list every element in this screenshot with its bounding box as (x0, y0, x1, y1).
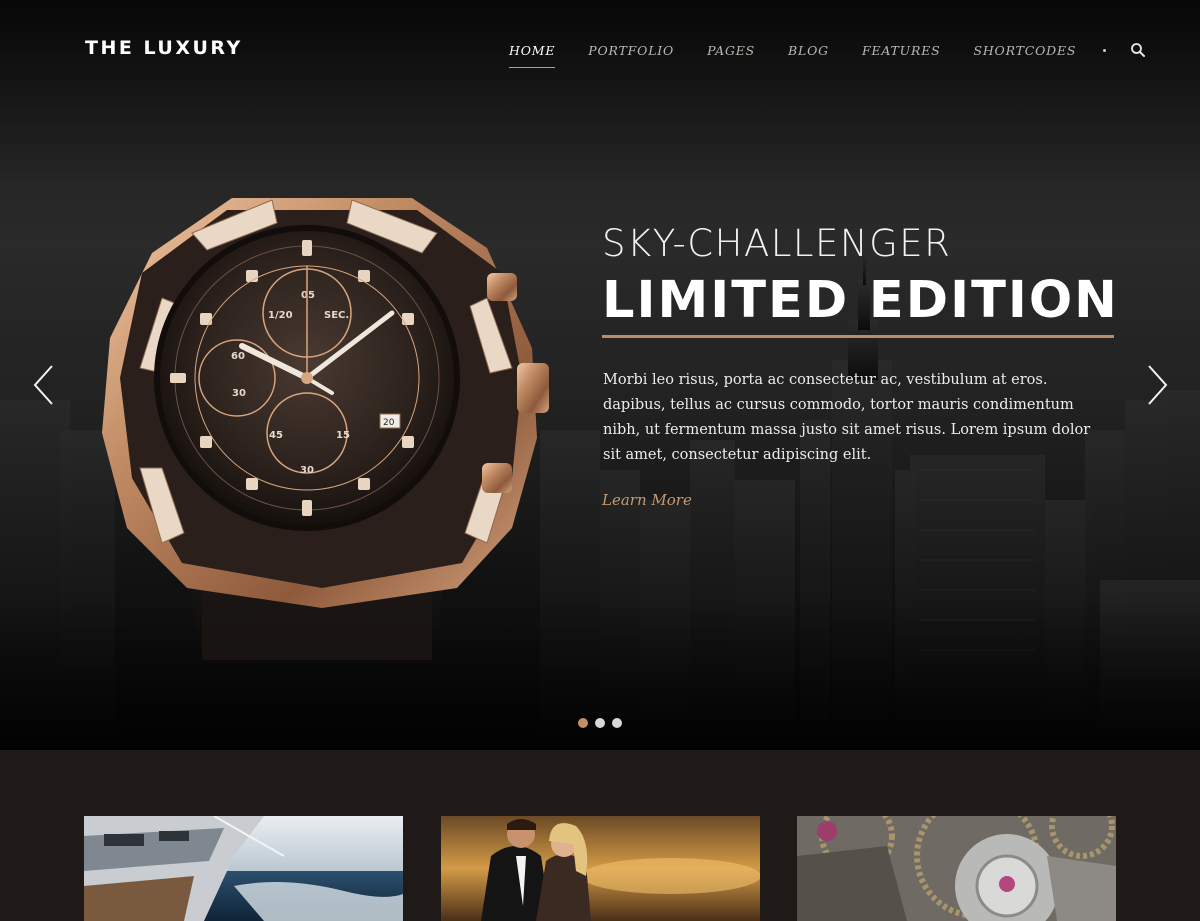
dial-number-top: 05 (301, 290, 315, 301)
subdial-label-30: 30 (232, 388, 246, 399)
slide-description: Morbi leo risus, porta ac consectetur ac… (603, 372, 1091, 463)
slider-dot-1[interactable] (578, 718, 588, 728)
learn-more-link[interactable]: Learn More (602, 491, 692, 509)
slider-dot-3[interactable] (612, 718, 622, 728)
nav-item-pages[interactable]: PAGES (707, 43, 755, 68)
couple-photo (441, 816, 760, 921)
slider-dot-2[interactable] (595, 718, 605, 728)
watch-image: 1/20 SEC. 05 60 30 45 15 30 20 (102, 198, 549, 660)
subdial-label-60: 60 (231, 351, 245, 362)
yacht-photo (84, 816, 403, 921)
title-underline (602, 335, 1114, 338)
chevron-left-icon[interactable] (31, 364, 57, 406)
subdial-label-bottom-30: 30 (300, 465, 314, 476)
nav-item-home[interactable]: HOME (509, 43, 556, 68)
subdial-label-15: 15 (336, 430, 350, 441)
nav-item-portfolio[interactable]: PORTFOLIO (588, 43, 674, 68)
subdial-label-sec: SEC. (324, 310, 349, 321)
slide-title: LIMITED EDITION (602, 271, 1119, 330)
main-nav: HOME PORTFOLIO PAGES BLOG FEATURES SHORT… (509, 42, 1146, 68)
site-logo[interactable]: THE LUXURY (85, 37, 243, 59)
watch-mechanism-photo (797, 816, 1116, 921)
slider-pagination (578, 718, 629, 728)
nav-item-blog[interactable]: BLOG (788, 43, 829, 68)
nav-item-features[interactable]: FEATURES (862, 43, 941, 68)
feature-card-couple[interactable] (441, 816, 760, 921)
feature-card-mechanism[interactable] (797, 816, 1116, 921)
chevron-right-icon[interactable] (1144, 364, 1170, 406)
search-icon[interactable] (1130, 42, 1146, 58)
feature-card-yacht[interactable] (84, 816, 403, 921)
date-window: 20 (383, 418, 395, 428)
nav-item-shortcodes[interactable]: SHORTCODES (973, 43, 1076, 68)
slide-subtitle: SKY-CHALLENGER (602, 222, 952, 265)
subdial-label-1-20: 1/20 (268, 310, 293, 321)
hero-slider: THE LUXURY HOME PORTFOLIO PAGES BLOG FEA… (0, 0, 1200, 750)
nav-separator-dot (1103, 48, 1107, 52)
subdial-label-45: 45 (269, 430, 283, 441)
